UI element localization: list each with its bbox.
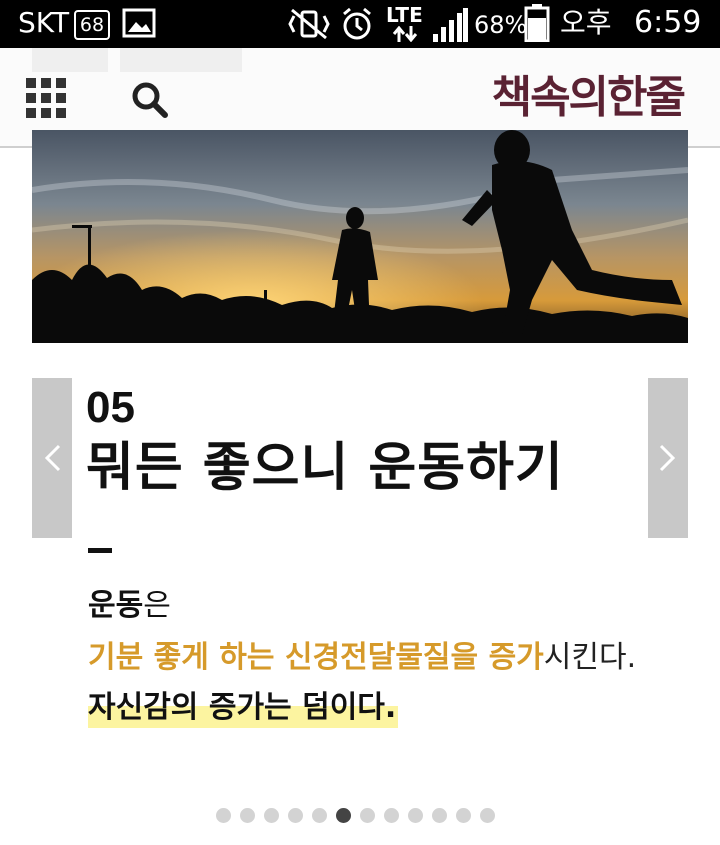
ghost-tab: [120, 48, 242, 72]
status-time: 6:59: [634, 5, 702, 40]
page-dot[interactable]: [312, 808, 327, 823]
slide-number: 05: [86, 383, 135, 432]
carrier-label: SKT: [18, 6, 70, 39]
page-dot[interactable]: [384, 808, 399, 823]
battery-percent: 68%: [474, 11, 528, 39]
emphasis-text: 기분 좋게 하는 신경전달물질을 증가: [88, 640, 544, 675]
body-text: 시킨다.: [543, 640, 637, 675]
page-dot[interactable]: [480, 808, 495, 823]
page-dot[interactable]: [408, 808, 423, 823]
vibrate-mute-icon: [288, 8, 330, 40]
notification-badge: 68: [74, 10, 110, 40]
battery-icon: [524, 4, 550, 42]
search-icon: [132, 82, 168, 118]
status-bar: SKT 68 LTE 68% 오후 6:59: [0, 0, 720, 48]
chevron-right-icon: [659, 444, 676, 472]
gallery-icon: [122, 8, 156, 38]
subject-particle: 은: [143, 588, 171, 623]
page-dot[interactable]: [216, 808, 231, 823]
page-dot[interactable]: [360, 808, 375, 823]
page-dot-active[interactable]: [336, 808, 351, 823]
page-dot[interactable]: [432, 808, 447, 823]
banner-image: [32, 130, 688, 343]
page-dot[interactable]: [264, 808, 279, 823]
ghost-tab: [32, 48, 108, 72]
grid-menu-icon[interactable]: [26, 78, 66, 118]
page-dot[interactable]: [456, 808, 471, 823]
slide-title: 뭐든 좋으니 운동하기: [86, 438, 564, 498]
page-dot[interactable]: [240, 808, 255, 823]
page-dot[interactable]: [288, 808, 303, 823]
notification-count: 68: [79, 14, 105, 36]
network-type-label: LTE: [386, 3, 423, 27]
chevron-left-icon: [44, 444, 61, 472]
slide-subject-line: 운동은: [88, 586, 171, 626]
app-logo[interactable]: 책속의한줄: [492, 72, 686, 124]
subject-bold: 운동: [88, 588, 144, 623]
next-slide-button[interactable]: [648, 378, 688, 538]
slide-body-line-1: 기분 좋게 하는 신경전달물질을 증가시킨다.: [88, 638, 636, 678]
data-arrows-icon: [392, 26, 418, 42]
alarm-icon: [343, 7, 371, 40]
prev-slide-button[interactable]: [32, 378, 72, 538]
time-period: 오후: [560, 6, 612, 39]
divider: [88, 548, 112, 553]
slide-body-line-2: 자신감의 증가는 덤이다.: [88, 688, 399, 728]
search-button[interactable]: [130, 80, 170, 120]
signal-icon: [433, 8, 468, 42]
